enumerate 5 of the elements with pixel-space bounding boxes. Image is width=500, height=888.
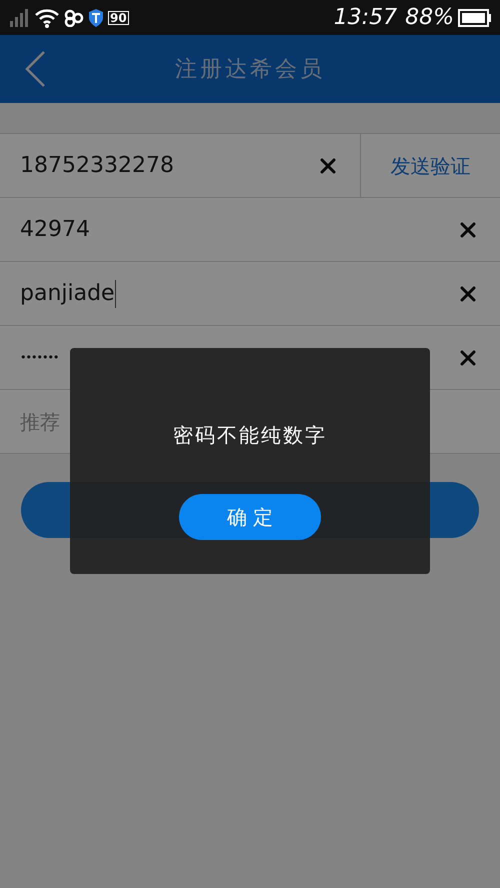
battery-text: 88%: [405, 4, 454, 32]
notification-badge: 90: [108, 10, 129, 24]
clock-text: 13:57: [334, 4, 398, 32]
dialog-message: 密码不能纯数字: [173, 422, 327, 449]
header-title: 注册达希会员: [175, 56, 325, 84]
